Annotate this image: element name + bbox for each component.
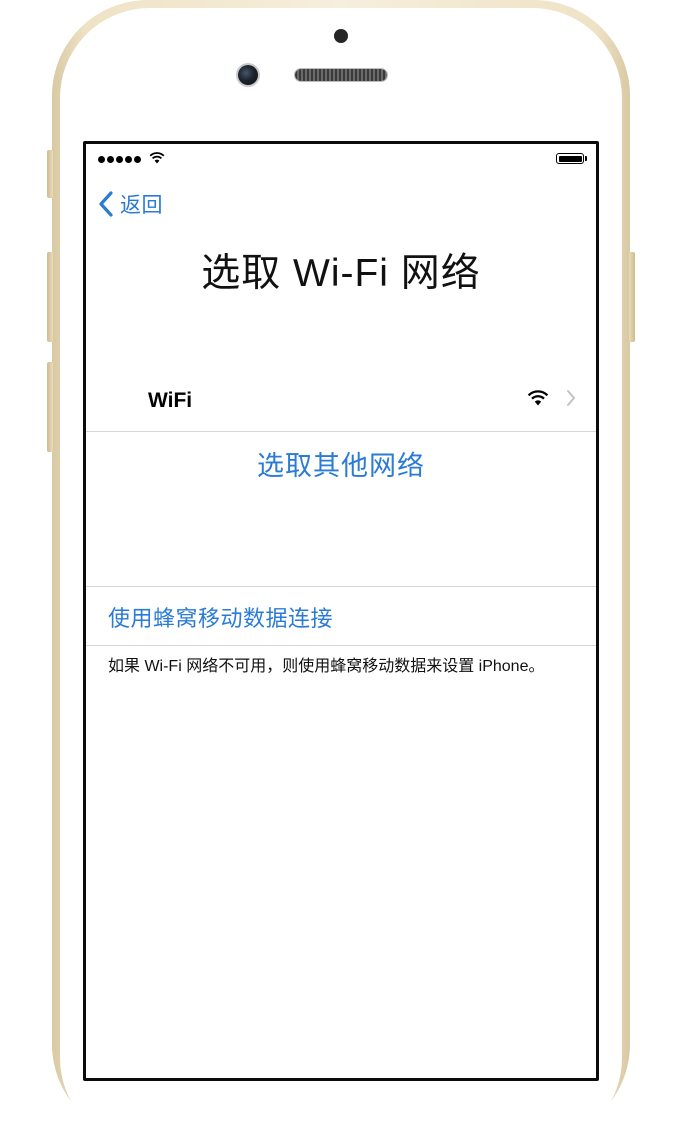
battery-tip <box>585 156 587 161</box>
power-button <box>629 252 635 342</box>
row-separator <box>86 431 596 432</box>
cellular-footnote: 如果 Wi-Fi 网络不可用，则使用蜂窝移动数据来设置 iPhone。 <box>108 658 545 675</box>
front-camera <box>238 65 258 85</box>
earpiece-speaker <box>295 69 387 81</box>
status-bar <box>86 144 596 174</box>
volume-down-button <box>47 362 53 452</box>
network-row[interactable]: WiFi <box>86 367 596 431</box>
row-separator <box>86 645 596 646</box>
page-title: 选取 Wi-Fi 网络 <box>201 252 481 295</box>
back-button[interactable]: 返回 <box>98 190 163 218</box>
cellular-signal-icon <box>98 156 141 163</box>
network-name: WiFi <box>148 389 193 412</box>
back-label: 返回 <box>120 194 163 217</box>
row-separator <box>86 586 596 587</box>
chevron-left-icon <box>99 191 113 217</box>
volume-up-button <box>47 252 53 342</box>
display: 返回 选取 Wi-Fi 网络 WiFi 选取其他网络 使用蜂窝移动数据连接 如果… <box>86 144 596 1078</box>
screen-bezel: 返回 选取 Wi-Fi 网络 WiFi 选取其他网络 使用蜂窝移动数据连接 如果… <box>83 141 599 1081</box>
battery-icon <box>556 153 584 164</box>
use-cellular-button[interactable]: 使用蜂窝移动数据连接 <box>108 601 333 633</box>
status-wifi-icon <box>149 152 165 164</box>
proximity-sensor <box>334 29 348 43</box>
chevron-right-icon <box>567 390 575 406</box>
silent-switch <box>47 150 53 198</box>
choose-other-network-button[interactable]: 选取其他网络 <box>86 444 596 483</box>
wifi-icon <box>527 390 549 406</box>
